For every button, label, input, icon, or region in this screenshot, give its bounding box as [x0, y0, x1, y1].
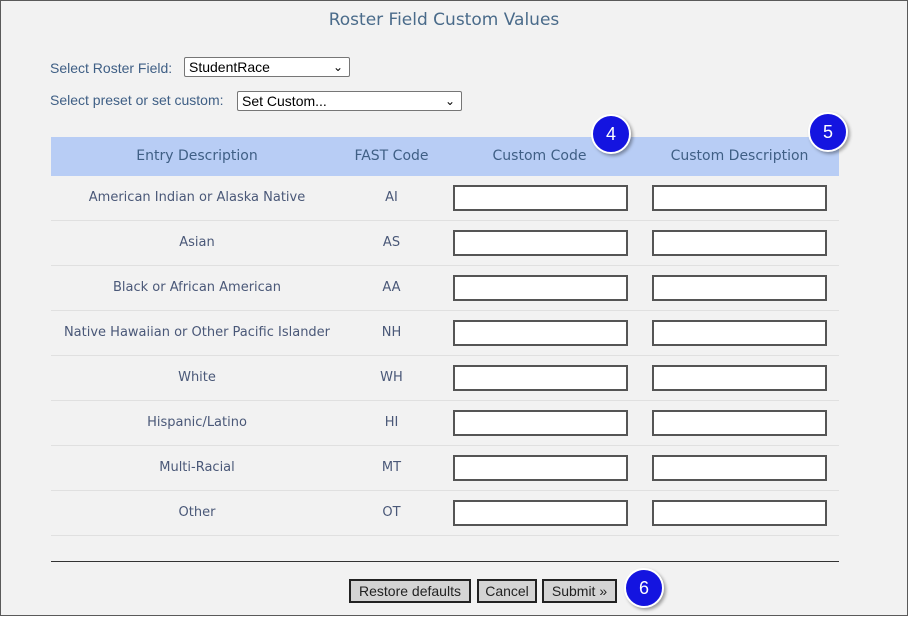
table-row: Multi-Racial MT — [51, 446, 839, 491]
fast-code: NH — [381, 325, 402, 340]
entry-description: Black or African American — [112, 280, 282, 295]
table-header: Entry Description FAST Code Custom Code … — [51, 137, 839, 176]
callout-badge-5: 5 — [808, 112, 848, 152]
custom-description-input[interactable] — [652, 410, 827, 436]
custom-code-input[interactable] — [453, 410, 628, 436]
table-row: Asian AS — [51, 221, 839, 266]
preset-label: Select preset or set custom: — [50, 92, 224, 108]
fast-code: AA — [382, 280, 401, 295]
custom-description-input[interactable] — [652, 275, 827, 301]
fast-code: MT — [381, 460, 402, 475]
entry-description: White — [178, 370, 216, 385]
table-row: Black or African American AA — [51, 266, 839, 311]
custom-description-input[interactable] — [652, 365, 827, 391]
roster-field-value: StudentRace — [189, 59, 270, 75]
header-fast-code: FAST Code — [354, 148, 429, 164]
entry-description: Hispanic/Latino — [147, 415, 247, 430]
page-title: Roster Field Custom Values — [328, 10, 560, 30]
table-row: Native Hawaiian or Other Pacific Islande… — [51, 311, 839, 356]
table-row: American Indian or Alaska Native AI — [51, 176, 839, 221]
divider — [51, 561, 839, 562]
fast-code: AS — [382, 235, 401, 250]
custom-description-input[interactable] — [652, 500, 827, 526]
callout-badge-4: 4 — [591, 114, 631, 154]
submit-button[interactable]: Submit » — [542, 579, 617, 603]
cancel-button[interactable]: Cancel — [477, 579, 537, 603]
dialog-frame: Roster Field Custom Values Select Roster… — [0, 0, 908, 616]
restore-defaults-button[interactable]: Restore defaults — [349, 579, 471, 603]
custom-code-input[interactable] — [453, 275, 628, 301]
table-row: Hispanic/Latino HI — [51, 401, 839, 446]
fast-code: OT — [382, 505, 401, 520]
custom-description-input[interactable] — [652, 185, 827, 211]
custom-description-input[interactable] — [652, 230, 827, 256]
entry-description: Other — [178, 505, 216, 520]
fast-code: AI — [385, 190, 398, 205]
chevron-down-icon: ⌄ — [444, 94, 455, 108]
table-row: Other OT — [51, 491, 839, 536]
chevron-down-icon: ⌄ — [332, 60, 343, 74]
custom-code-input[interactable] — [453, 500, 628, 526]
entry-description: American Indian or Alaska Native — [88, 190, 306, 205]
custom-description-input[interactable] — [652, 320, 827, 346]
fast-code: WH — [380, 370, 403, 385]
preset-select[interactable]: Set Custom... ⌄ — [237, 91, 462, 111]
table-row: White WH — [51, 356, 839, 401]
roster-field-label: Select Roster Field: — [50, 60, 173, 76]
header-custom-description: Custom Description — [670, 148, 809, 164]
custom-code-input[interactable] — [453, 230, 628, 256]
custom-code-input[interactable] — [453, 320, 628, 346]
roster-field-select[interactable]: StudentRace ⌄ — [184, 57, 350, 77]
entry-description: Native Hawaiian or Other Pacific Islande… — [63, 325, 331, 340]
custom-code-input[interactable] — [453, 185, 628, 211]
preset-value: Set Custom... — [242, 93, 327, 109]
custom-description-input[interactable] — [652, 455, 827, 481]
entry-description: Asian — [179, 235, 215, 250]
header-entry-description: Entry Description — [136, 148, 258, 164]
custom-code-input[interactable] — [453, 455, 628, 481]
custom-code-input[interactable] — [453, 365, 628, 391]
entry-description: Multi-Racial — [159, 460, 235, 475]
callout-badge-6: 6 — [624, 568, 664, 608]
fast-code: HI — [384, 415, 399, 430]
